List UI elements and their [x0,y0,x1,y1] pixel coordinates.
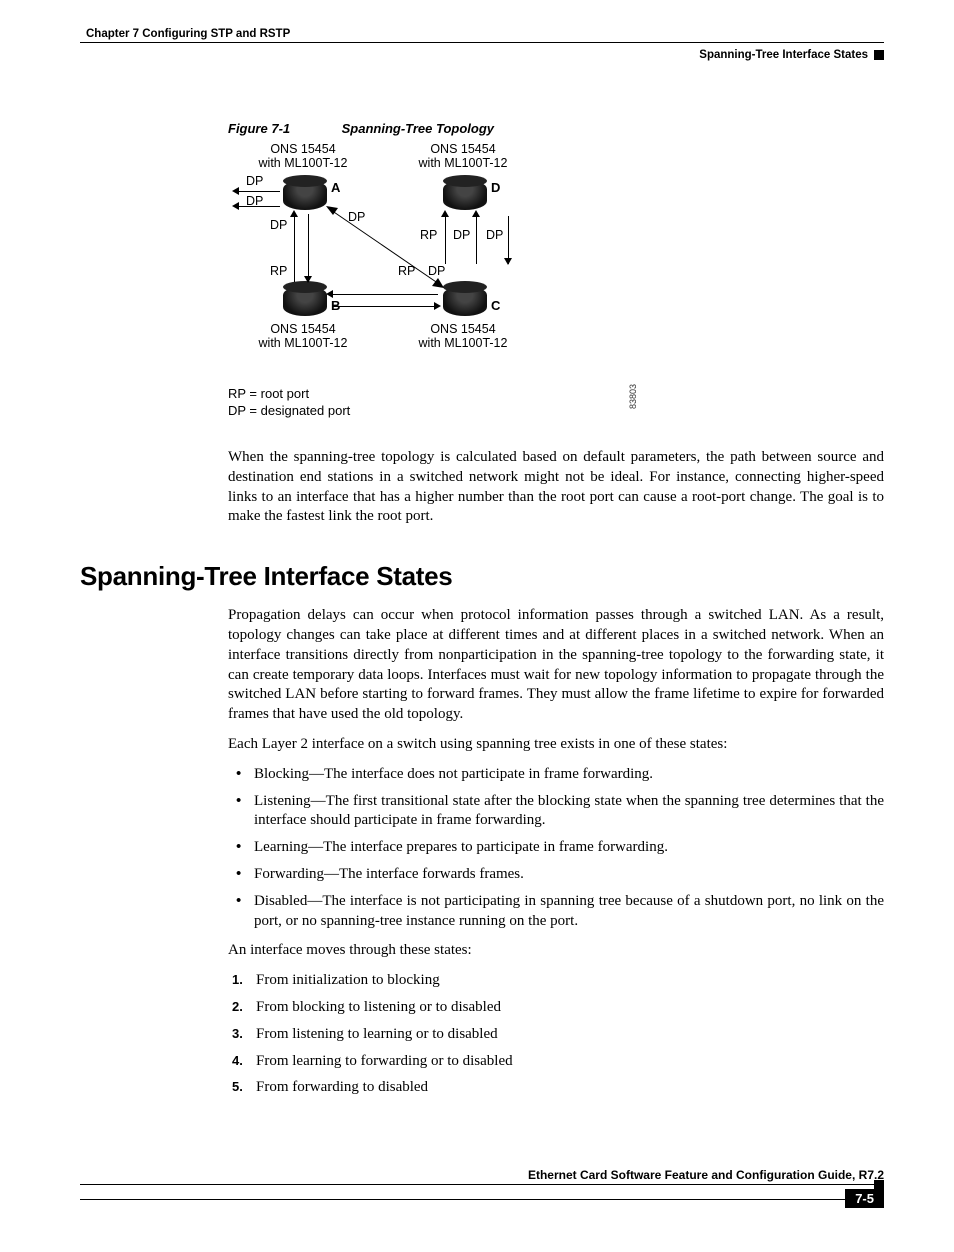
states-list: Blocking—The interface does not particip… [228,765,884,932]
section-intro-paragraph: Propagation delays can occur when protoc… [228,606,884,725]
transitions-list: From initialization to blocking From blo… [228,971,884,1098]
section-header-row: Spanning-Tree Interface States [80,49,884,61]
port-rp-c-diag: RP [398,264,415,278]
page-number: 7-5 [845,1189,884,1208]
list-item: Blocking—The interface does not particip… [250,765,884,785]
device-b [283,286,327,316]
list-item: From blocking to listening or to disable… [250,998,884,1018]
page-footer: Ethernet Card Software Feature and Confi… [80,1168,884,1212]
port-rp-d-left: RP [420,228,437,242]
topology-diagram: ONS 15454 with ML100T-12 A ONS 15454 wit… [228,146,608,386]
port-dp-a-left-top: DP [246,174,263,188]
figure-number: Figure 7-1 [228,121,338,136]
legend-dp: DP = designated port [228,403,350,420]
chapter-header: Chapter 7 Configuring STP and RSTP [86,28,884,40]
figure-id: 83803 [628,384,638,409]
list-item: Disabled—The interface is not participat… [250,892,884,932]
figure-7-1: Figure 7-1 Spanning-Tree Topology ONS 15… [228,121,608,386]
port-dp-d-mid: DP [453,228,470,242]
list-item: Listening—The first transitional state a… [250,792,884,832]
states-lead: Each Layer 2 interface on a switch using… [228,735,884,755]
port-rp-b-up: RP [270,264,287,278]
figure-title: Spanning-Tree Topology [342,121,494,136]
figure-caption: Figure 7-1 Spanning-Tree Topology [228,121,608,136]
transitions-lead: An interface moves through these states: [228,941,884,961]
list-item: From initialization to blocking [250,971,884,991]
port-dp-c-left: DP [428,264,445,278]
device-c [443,286,487,316]
device-d [443,180,487,210]
device-a [283,180,327,210]
paragraph-after-figure: When the spanning-tree topology is calcu… [228,448,884,527]
section-heading: Spanning-Tree Interface States [80,561,884,592]
node-c-letter: C [491,298,500,313]
legend-rp: RP = root port [228,386,350,403]
node-d-letter: D [491,180,500,195]
footer-guide-title: Ethernet Card Software Feature and Confi… [80,1168,884,1182]
header-rule [80,42,884,43]
list-item: From forwarding to disabled [250,1078,884,1098]
device-c-label: ONS 15454 with ML100T-12 [408,322,518,351]
device-a-label: ONS 15454 with ML100T-12 [248,142,358,171]
node-a-letter: A [331,180,340,195]
device-d-label: ONS 15454 with ML100T-12 [408,142,518,171]
device-b-label: ONS 15454 with ML100T-12 [248,322,358,351]
port-dp-a-down: DP [270,218,287,232]
port-dp-d-right: DP [486,228,503,242]
list-item: From learning to forwarding or to disabl… [250,1052,884,1072]
list-item: Learning—The interface prepares to parti… [250,838,884,858]
figure-legend: RP = root port DP = designated port [228,386,350,420]
list-item: Forwarding—The interface forwards frames… [250,865,884,885]
section-header: Spanning-Tree Interface States [699,49,868,61]
list-item: From listening to learning or to disable… [250,1025,884,1045]
header-marker [874,50,884,60]
